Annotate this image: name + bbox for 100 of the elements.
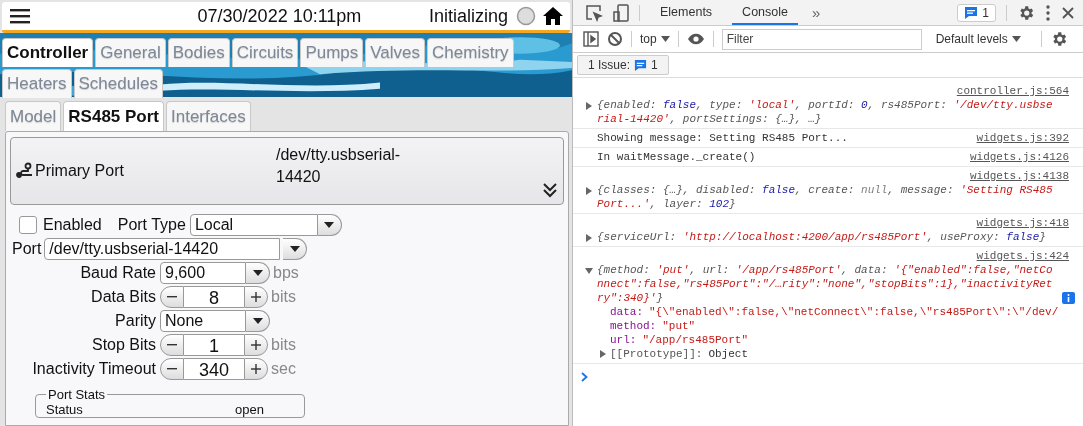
group-legend: Port Stats bbox=[46, 387, 108, 402]
nav-tab[interactable]: General bbox=[95, 38, 166, 67]
log-message: {method: 'put', url: '/app/rs485Port', data: '{"enabled":false,"netConnect":false,"rs485Port":"/…rity":"none","stopBits":1},"inactivityRetry":340}'} bbox=[597, 263, 1054, 305]
property-key: [[Prototype]]: bbox=[610, 348, 703, 360]
caret-icon bbox=[288, 245, 301, 253]
sub-tab[interactable]: RS485 Port bbox=[63, 101, 164, 131]
nav-tab[interactable]: Controller bbox=[2, 38, 94, 67]
field-label: Baud Rate bbox=[79, 264, 156, 282]
log-message: Showing message: Setting RS485 Port... bbox=[596, 131, 848, 145]
log-message: In waitMessage._create() bbox=[596, 150, 756, 164]
property-value: "/app/rs485Port" bbox=[642, 334, 749, 346]
field-label: Inactivity Timeout bbox=[31, 360, 156, 378]
stat-value: open bbox=[235, 402, 264, 417]
field-label: Enabled bbox=[43, 216, 102, 234]
plus-icon bbox=[251, 340, 261, 350]
source-link[interactable]: widgets.js:4126 bbox=[969, 150, 1069, 164]
levels-select[interactable]: Default levels bbox=[935, 32, 1021, 46]
filter-field[interactable]: Filter bbox=[721, 28, 922, 50]
caret-icon bbox=[1011, 36, 1021, 42]
log-message: {serviceUrl: 'http://localhost:4200/app/rs485Port', useProxy: false} bbox=[597, 230, 1047, 244]
port-value: /dev/tty.usbserial-14420 bbox=[276, 145, 402, 187]
expand-triangle-icon[interactable] bbox=[585, 187, 593, 195]
devtools-tab[interactable]: Elements bbox=[650, 0, 723, 25]
eye-icon[interactable] bbox=[686, 33, 705, 45]
enabled-checkbox[interactable] bbox=[19, 216, 37, 234]
port-type-select[interactable]: Local bbox=[189, 214, 318, 236]
expand-triangle-icon[interactable] bbox=[585, 102, 593, 110]
message-icon bbox=[634, 58, 648, 72]
property-key: url: bbox=[610, 334, 637, 346]
number-field[interactable]: 1 bbox=[184, 334, 244, 356]
dropdown-button[interactable] bbox=[246, 310, 270, 332]
info-icon[interactable] bbox=[1062, 292, 1075, 304]
more-tabs-button[interactable]: » bbox=[808, 4, 825, 21]
source-link[interactable]: controller.js:564 bbox=[956, 85, 1069, 97]
increment-button[interactable] bbox=[244, 334, 268, 356]
field-label: Port bbox=[12, 240, 42, 258]
source-link[interactable]: widgets.js:418 bbox=[976, 217, 1069, 229]
port-panel-header[interactable]: Primary Port /dev/tty.usbserial-14420 bbox=[10, 137, 564, 205]
caret-icon bbox=[660, 36, 670, 42]
clear-console-icon[interactable] bbox=[607, 31, 623, 47]
decrement-button[interactable] bbox=[160, 286, 184, 308]
property-value: "{\"enabled\":false,\"netConnect\":false,\"rs485Port\":\"/dev/ bbox=[649, 306, 1059, 318]
increment-button[interactable] bbox=[244, 358, 268, 380]
dropdown-button[interactable] bbox=[246, 262, 270, 284]
inspect-icon[interactable] bbox=[585, 3, 603, 22]
panel-title: Primary Port bbox=[35, 162, 125, 180]
status-text: Initializing bbox=[428, 5, 508, 27]
property-value: Object bbox=[708, 348, 749, 360]
route-icon bbox=[15, 162, 33, 180]
number-field[interactable]: 340 bbox=[184, 358, 244, 380]
caret-icon bbox=[251, 317, 264, 325]
plus-icon bbox=[251, 364, 261, 374]
dropdown-button[interactable] bbox=[283, 238, 308, 260]
minus-icon bbox=[167, 296, 177, 298]
number-field[interactable]: 8 bbox=[184, 286, 244, 308]
expand-triangle-icon[interactable] bbox=[585, 234, 593, 242]
plus-icon bbox=[251, 292, 261, 302]
source-link[interactable]: widgets.js:392 bbox=[976, 131, 1069, 145]
decrement-button[interactable] bbox=[160, 334, 184, 356]
property-key: data: bbox=[610, 306, 643, 318]
dropdown-button[interactable] bbox=[317, 214, 342, 236]
minus-icon bbox=[167, 344, 177, 346]
select-field[interactable]: None bbox=[160, 310, 246, 332]
nav-tab[interactable]: Circuits bbox=[231, 38, 299, 67]
close-icon[interactable] bbox=[1061, 5, 1075, 20]
prompt-caret-icon[interactable] bbox=[581, 372, 588, 382]
source-link[interactable]: widgets.js:424 bbox=[976, 250, 1069, 262]
caret-icon bbox=[323, 221, 336, 229]
menu-icon[interactable] bbox=[10, 8, 30, 24]
property-value: "put" bbox=[662, 320, 696, 332]
date-time: 07/30/2022 10:11pm bbox=[196, 5, 363, 27]
select-field[interactable]: 9,600 bbox=[160, 262, 246, 284]
collapse-triangle-icon[interactable] bbox=[585, 267, 593, 275]
port-select[interactable]: /dev/tty.usbserial-14420 bbox=[44, 238, 281, 260]
more-options-icon[interactable] bbox=[1045, 3, 1051, 22]
stat-label: Status bbox=[46, 402, 83, 417]
increment-button[interactable] bbox=[244, 286, 268, 308]
source-link[interactable]: widgets.js:4138 bbox=[969, 170, 1069, 182]
unit-label: bps bbox=[273, 264, 299, 282]
field-label: Data Bits bbox=[90, 288, 156, 306]
device-icon[interactable] bbox=[613, 3, 629, 22]
sidebar-toggle-icon[interactable] bbox=[583, 31, 599, 47]
log-message: {classes: {…}, disabled: false, create: null, message: 'Setting RS485 Port...', layer: 102} bbox=[597, 183, 1054, 211]
log-message: {enabled: false, type: 'local', portId: 0, rs485Port: '/dev/tty.usbserial-14420', portSettings: {…}, …} bbox=[597, 98, 1054, 126]
expand-chevron-icon[interactable] bbox=[543, 182, 557, 198]
devtools-tab[interactable]: Console bbox=[732, 0, 798, 25]
unit-label: bits bbox=[271, 336, 296, 354]
unit-label: bits bbox=[271, 288, 296, 306]
expand-triangle-icon[interactable] bbox=[599, 350, 607, 358]
property-key: method: bbox=[610, 320, 657, 332]
issues-button[interactable]: 1 Issue: 1 bbox=[577, 55, 669, 75]
decrement-button[interactable] bbox=[160, 358, 184, 380]
status-light-icon bbox=[516, 6, 536, 26]
context-select[interactable]: top bbox=[640, 32, 670, 46]
issues-badge[interactable]: 1 bbox=[957, 3, 996, 22]
home-icon[interactable] bbox=[542, 6, 564, 26]
field-label: Port Type bbox=[117, 216, 186, 234]
field-label: Parity bbox=[114, 312, 156, 330]
caret-icon bbox=[251, 269, 264, 277]
unit-label: sec bbox=[271, 360, 296, 378]
